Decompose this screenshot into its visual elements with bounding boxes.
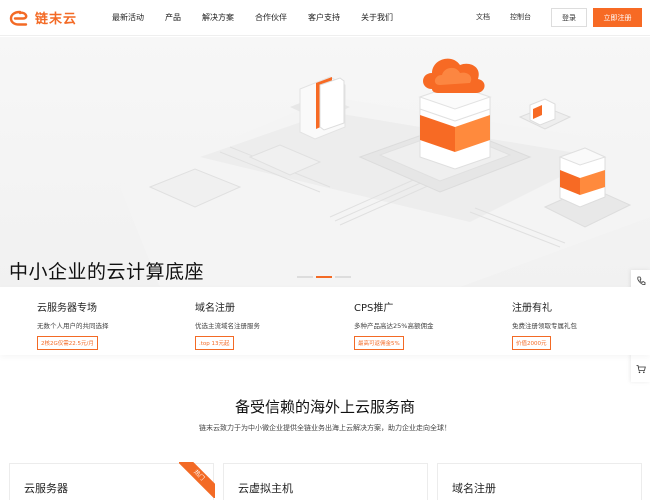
logo-text: 链末云 — [35, 12, 78, 27]
feature-desc: 无数个人用户的共同选择 — [37, 322, 109, 330]
hero-illustration — [120, 58, 650, 287]
product-card-virtual-host[interactable]: 云虚拟主机 — [223, 463, 428, 500]
feature-cps[interactable]: CPS推广 多种产品高达25%高额佣金 最高可返佣金5% — [354, 299, 433, 350]
nav-item-support[interactable]: 客户支持 — [308, 12, 340, 23]
carousel-dot-active[interactable] — [316, 276, 332, 278]
feature-cloud-server[interactable]: 云服务器专场 无数个人用户的共同选择 2核2G仅需22.5元/月 — [37, 299, 109, 350]
nav-item-partners[interactable]: 合作伙伴 — [255, 12, 287, 23]
carousel-dot[interactable] — [335, 276, 351, 278]
product-card-domain[interactable]: 域名注册 — [437, 463, 642, 500]
hero-banner[interactable]: 中小企业的云计算底座 — [0, 37, 650, 287]
feature-desc: 免费注册领取专属礼包 — [512, 322, 577, 330]
nav-item-products[interactable]: 产品 — [165, 12, 181, 23]
docs-link[interactable]: 文档 — [476, 12, 490, 22]
hot-ribbon: 热门 — [179, 462, 215, 498]
feature-title: CPS推广 — [354, 303, 394, 314]
feature-tag: 2核2G仅需22.5元/月 — [37, 336, 98, 350]
main-nav: 最新活动 产品 解决方案 合作伙伴 客户支持 关于我们 — [112, 12, 414, 23]
carousel-dot[interactable] — [297, 276, 313, 278]
feature-title: 域名注册 — [195, 303, 235, 314]
top-navbar: 链末云 最新活动 产品 解决方案 合作伙伴 客户支持 关于我们 文档 控制台 登… — [0, 0, 650, 36]
card-title: 云服务器 — [24, 482, 68, 495]
feature-tag: 价值2000元 — [512, 336, 551, 350]
nav-item-solutions[interactable]: 解决方案 — [202, 12, 234, 23]
nav-item-activities[interactable]: 最新活动 — [112, 12, 144, 23]
logo[interactable]: 链末云 — [9, 8, 77, 27]
feature-domain[interactable]: 域名注册 优选主流域名注册服务 .top 13元起 — [195, 299, 260, 350]
feature-desc: 多种产品高达25%高额佣金 — [354, 322, 434, 330]
feature-strip: 云服务器专场 无数个人用户的共同选择 2核2G仅需22.5元/月 域名注册 优选… — [0, 287, 650, 355]
feature-tag: 最高可返佣金5% — [354, 336, 404, 350]
card-title: 云虚拟主机 — [238, 482, 293, 495]
login-button[interactable]: 登录 — [551, 8, 587, 27]
page: 链末云 最新活动 产品 解决方案 合作伙伴 客户支持 关于我们 文档 控制台 登… — [0, 0, 650, 500]
hero-title: 中小企业的云计算底座 — [9, 261, 205, 283]
nav-item-about[interactable]: 关于我们 — [361, 12, 393, 23]
feature-title: 注册有礼 — [512, 303, 552, 314]
console-link[interactable]: 控制台 — [510, 12, 531, 22]
logo-icon — [9, 10, 28, 26]
card-title: 域名注册 — [452, 482, 496, 495]
phone-icon[interactable] — [636, 276, 646, 286]
cart-icon[interactable] — [636, 364, 646, 374]
register-button[interactable]: 立即注册 — [593, 8, 642, 27]
feature-register-gift[interactable]: 注册有礼 免费注册领取专属礼包 价值2000元 — [512, 299, 577, 350]
hot-badge: 热门 — [179, 462, 215, 498]
product-card-cloud-server[interactable]: 云服务器 热门 — [9, 462, 215, 500]
carousel-dots — [297, 276, 351, 278]
section-subtitle: 链末云致力于为中小微企业提供全链业务出海上云解决方案，助力企业走向全球！ — [199, 424, 451, 432]
section-title: 备受信赖的海外上云服务商 — [234, 398, 415, 416]
feature-desc: 优选主流域名注册服务 — [195, 322, 260, 330]
feature-tag: .top 13元起 — [195, 336, 234, 350]
feature-title: 云服务器专场 — [37, 303, 97, 314]
